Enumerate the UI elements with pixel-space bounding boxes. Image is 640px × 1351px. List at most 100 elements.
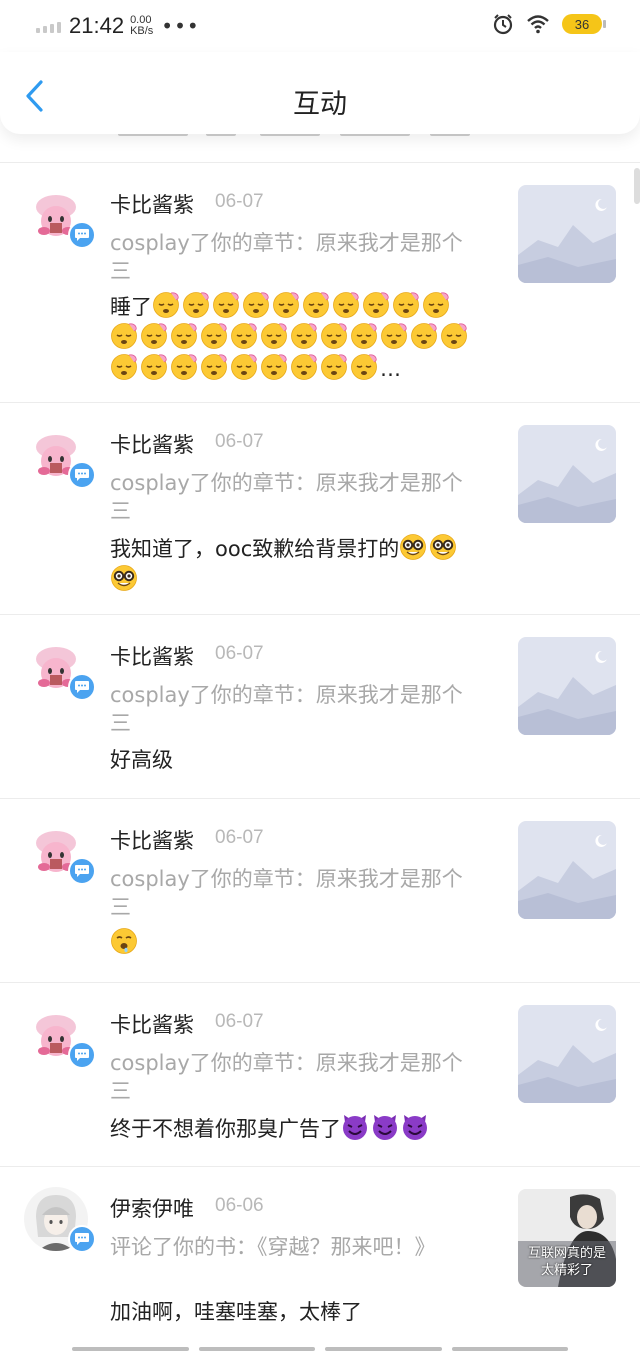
sleeping-face-icon [351,323,377,349]
action-text: cosplay了你的章节：原来我才是那个三 [110,471,463,523]
comment-text [110,927,480,958]
action-text: cosplay了你的章节：原来我才是那个三 [110,867,463,919]
chapter-thumbnail[interactable] [518,1005,616,1103]
smiling-imp-icon [373,1115,397,1140]
comment-badge-icon [68,673,96,701]
sleeping-face-icon [441,323,467,349]
smiling-imp-icon [403,1115,427,1140]
comment-badge-icon [68,1041,96,1069]
comment-badge-icon [68,1225,96,1253]
list-item[interactable]: 卡比酱紫 06-07 cosplay了你的章节：原来我才是那个三 睡了… [0,162,640,402]
header-bar: 互动 [0,52,640,134]
status-icons: 36 [492,13,606,35]
list-item[interactable]: 卡比酱紫 06-07 cosplay了你的章节：原来我才是那个三 终于不想着你那… [0,982,640,1166]
sleeping-face-icon [153,292,179,318]
list-item[interactable]: 伊索伊唯 06-06 评论了你的书：《穿越？那来吧！》 加油啊，哇塞哇塞，太棒了… [0,1166,640,1351]
action-text: 评论了你的书：《穿越？那来吧！》 [110,1235,436,1259]
sleeping-face-icon [243,292,269,318]
wifi-icon [527,15,549,34]
drooling-face-icon [111,928,137,954]
sleeping-face-icon [261,323,287,349]
sleeping-face-icon [111,323,137,349]
sleeping-face-icon [183,292,209,318]
username[interactable]: 卡比酱紫 [110,825,194,855]
status-time: 21:42 [69,13,125,38]
emoji-row [341,1115,431,1141]
network-speed: 0.00 KB/s [130,14,154,37]
sleeping-face-icon [201,354,227,380]
avatar[interactable] [24,183,96,255]
emoji-row [110,292,470,381]
sleeping-face-icon [363,292,389,318]
nerd-face-icon [430,534,457,560]
sleeping-face-icon [411,323,437,349]
nerd-face-icon [400,534,427,560]
nerd-face-icon [111,565,137,591]
sleeping-face-icon [231,323,257,349]
alarm-icon [493,14,513,35]
comment-text: 睡了… [110,291,480,384]
comment-text: 我知道了，ooc致歉给背景打的 [110,533,480,595]
battery-icon: 36 [562,14,606,34]
item-date: 06-06 [215,1195,264,1216]
comment-badge-icon [68,461,96,489]
avatar[interactable] [24,635,96,707]
avatar[interactable] [24,819,96,891]
comment-text: 加油啊，哇塞哇塞，太棒了 [110,1300,362,1324]
sleeping-face-icon [303,292,329,318]
avatar[interactable] [24,1187,96,1259]
more-dots-icon: ••• [161,14,200,38]
sleeping-face-icon [231,354,257,380]
list-item[interactable]: 卡比酱紫 06-07 cosplay了你的章节：原来我才是那个三 好高级 [0,614,640,798]
item-date: 06-07 [215,191,264,212]
sleeping-face-icon [333,292,359,318]
smiling-imp-icon [343,1115,367,1140]
username[interactable]: 卡比酱紫 [110,429,194,459]
sleeping-face-icon [261,354,287,380]
sleeping-face-icon [393,292,419,318]
comment-text: 终于不想着你那臭广告了 [110,1113,480,1144]
sleeping-face-icon [423,292,449,318]
chapter-thumbnail[interactable] [518,425,616,523]
sleeping-face-icon [321,323,347,349]
avatar[interactable] [24,1003,96,1075]
item-date: 06-07 [215,1011,264,1032]
sleeping-face-icon [351,354,377,380]
status-bar: 21:42 0.00 KB/s ••• 36 [0,0,640,52]
comment-text: 好高级 [110,748,173,772]
sleeping-face-icon [213,292,239,318]
book-thumbnail[interactable]: 互联网真的是太精彩了 [518,1189,616,1287]
item-date: 06-07 [215,827,264,848]
sleeping-face-icon [273,292,299,318]
list-item[interactable]: 卡比酱紫 06-07 cosplay了你的章节：原来我才是那个三 我知道了，oo… [0,402,640,614]
action-text: cosplay了你的章节：原来我才是那个三 [110,683,463,735]
page-title: 互动 [293,89,347,120]
thumbnail-caption: 互联网真的是太精彩了 [527,1246,606,1278]
action-text: cosplay了你的章节：原来我才是那个三 [110,1051,463,1103]
chapter-thumbnail[interactable] [518,821,616,919]
sleeping-face-icon [171,323,197,349]
comment-badge-icon [68,857,96,885]
item-date: 06-07 [215,643,264,664]
avatar[interactable] [24,423,96,495]
emoji-row [110,928,140,955]
username[interactable]: 卡比酱紫 [110,1009,194,1039]
page-indicator [72,1347,568,1351]
username[interactable]: 卡比酱紫 [110,641,194,671]
sleeping-face-icon [291,354,317,380]
sleeping-face-icon [141,323,167,349]
comment-badge-icon [68,221,96,249]
list-item[interactable]: 卡比酱紫 06-07 cosplay了你的章节：原来我才是那个三 [0,798,640,982]
username[interactable]: 卡比酱紫 [110,189,194,219]
username[interactable]: 伊索伊唯 [110,1193,194,1223]
sleeping-face-icon [381,323,407,349]
item-date: 06-07 [215,431,264,452]
action-text: cosplay了你的章节：原来我才是那个三 [110,231,463,283]
chapter-thumbnail[interactable] [518,637,616,735]
signal-icon [36,19,61,33]
sleeping-face-icon [201,323,227,349]
sleeping-face-icon [171,354,197,380]
chapter-thumbnail[interactable] [518,185,616,283]
sleeping-face-icon [291,323,317,349]
sleeping-face-icon [141,354,167,380]
